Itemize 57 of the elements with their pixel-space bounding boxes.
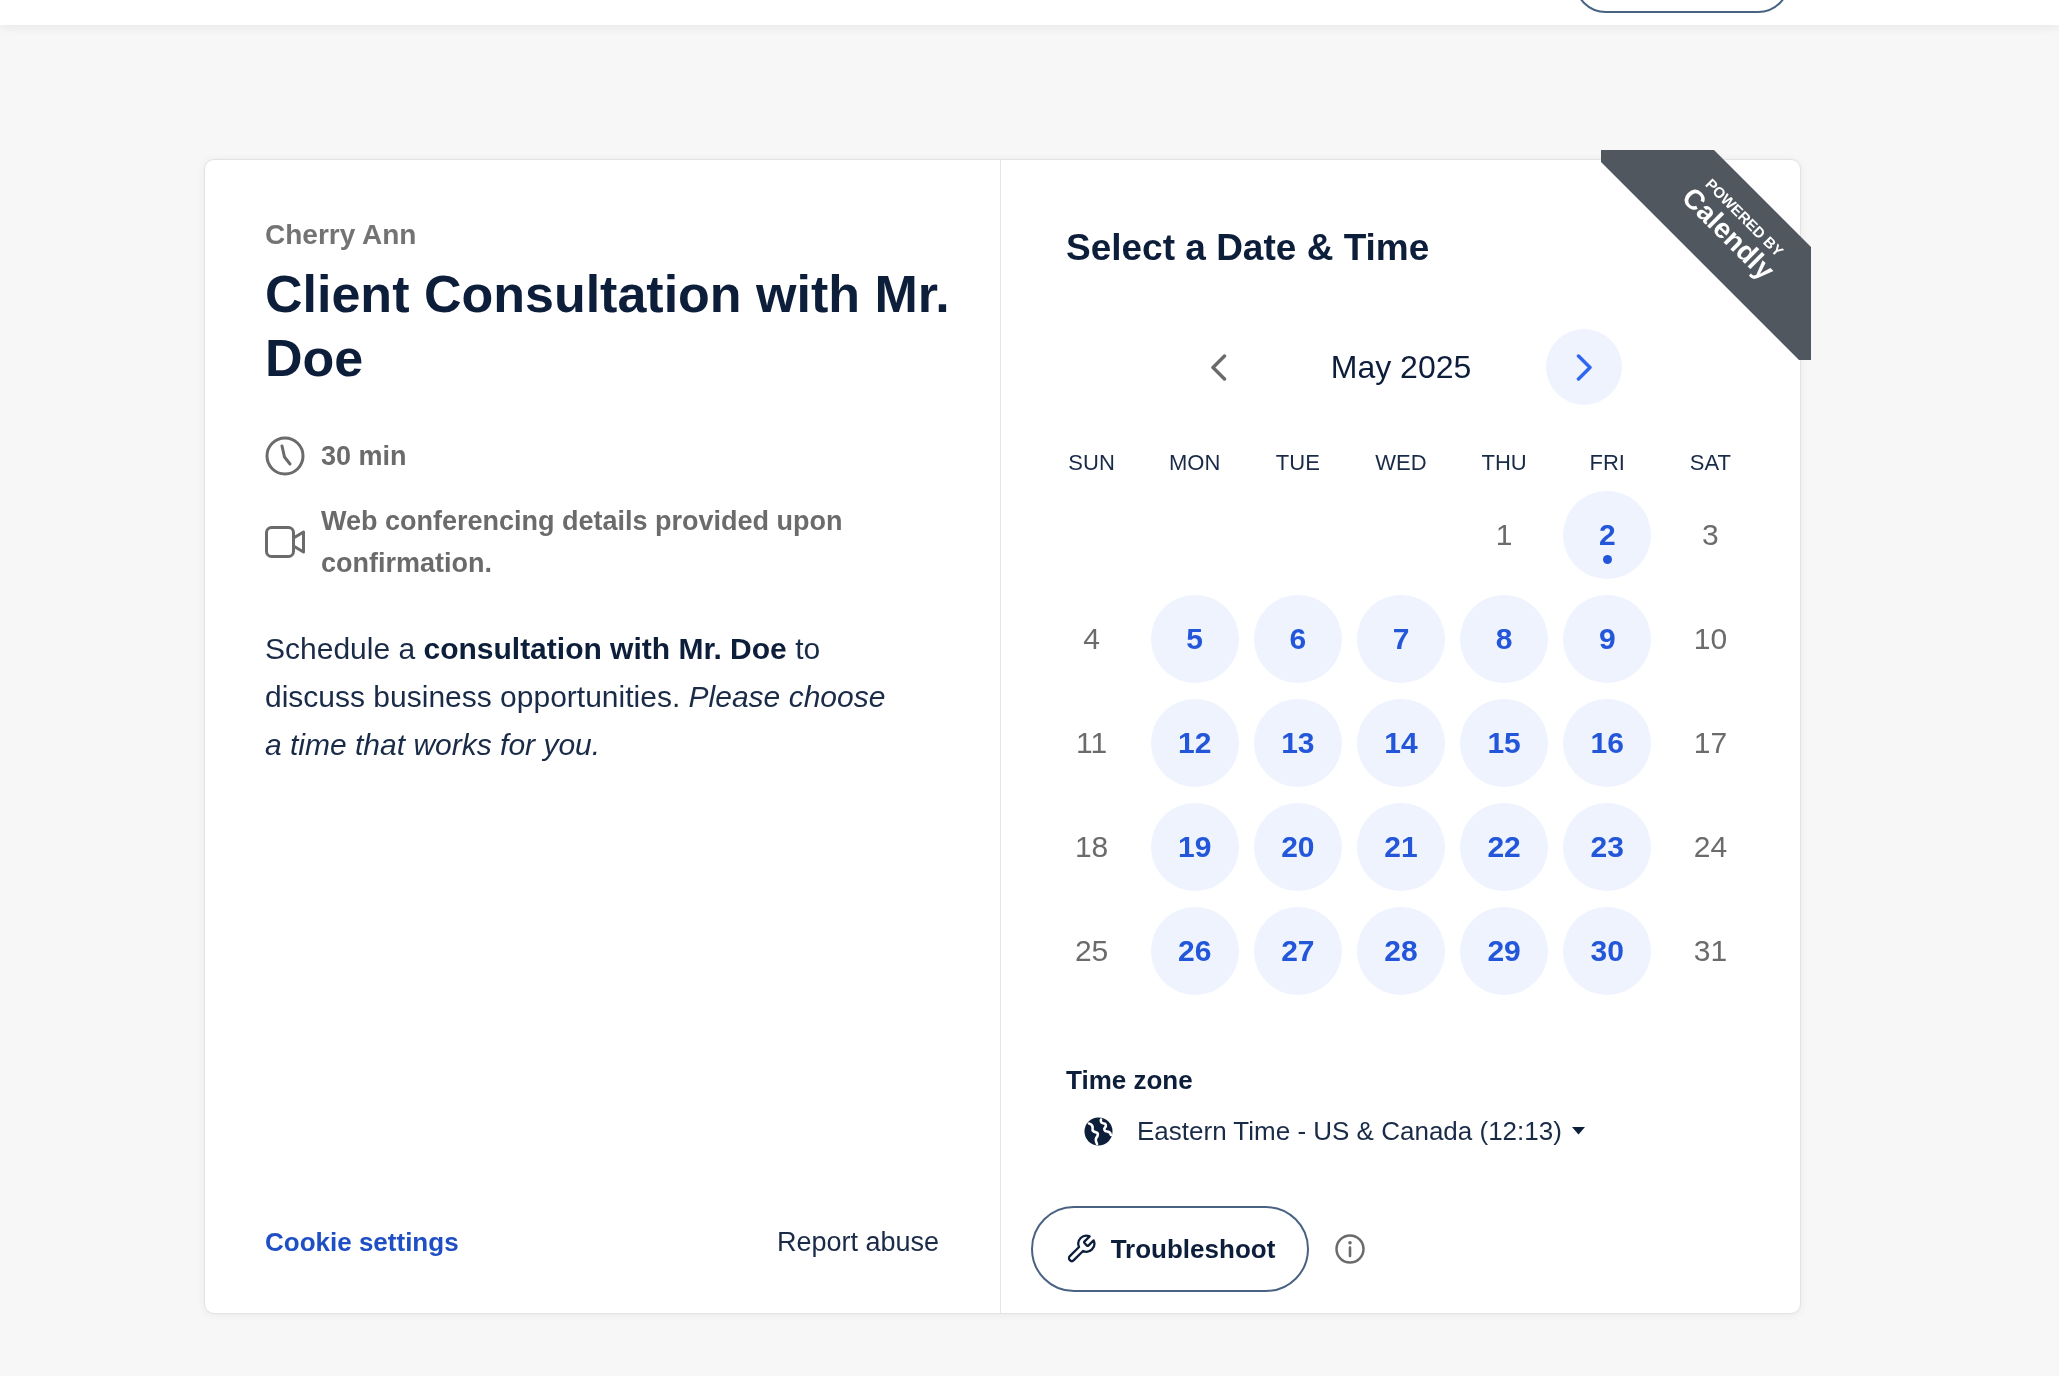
- footer-link[interactable]: Report abuse: [776, 1225, 939, 1259]
- calendar-day[interactable]: 23: [1563, 803, 1652, 891]
- calendar-day: 10: [1693, 621, 1728, 657]
- calendar-day: 11: [1076, 725, 1108, 761]
- calendar-day: 1: [1495, 517, 1513, 553]
- video-camera-icon: [265, 526, 305, 558]
- calendar-day[interactable]: 6: [1253, 595, 1342, 683]
- chevron-left-icon: [1209, 353, 1227, 381]
- weekday-label: FRI: [1589, 449, 1625, 477]
- calendar-day[interactable]: 30: [1563, 907, 1652, 995]
- weekday-label: WED: [1375, 449, 1427, 477]
- calendar-day: 25: [1074, 933, 1109, 969]
- troubleshoot-button[interactable]: Troubleshoot: [1031, 1206, 1309, 1292]
- calendar-day: 18: [1074, 829, 1109, 865]
- calendar-day: 24: [1693, 829, 1728, 865]
- calendar-day[interactable]: 15: [1460, 699, 1549, 787]
- info-icon[interactable]: [1335, 1234, 1365, 1264]
- month-label: May 2025: [1329, 348, 1473, 387]
- weekday-label: SUN: [1068, 449, 1115, 477]
- calendar-day[interactable]: 27: [1253, 907, 1342, 995]
- calendar-day[interactable]: 14: [1357, 699, 1445, 787]
- footer-link[interactable]: Cookie settings: [265, 1225, 459, 1259]
- event-detail: 30 min: [321, 440, 407, 473]
- calendar-day[interactable]: 21: [1357, 803, 1445, 891]
- caret-down-icon: [1571, 1127, 1585, 1135]
- scheduler-title: Select a Date & Time: [1066, 226, 1430, 270]
- chevron-right-icon: [1575, 353, 1593, 381]
- time-zone-label: Time zone: [1066, 1064, 1193, 1096]
- calendar-day[interactable]: 19: [1150, 803, 1239, 891]
- calendar-day[interactable]: 5: [1150, 595, 1239, 683]
- calendar-day[interactable]: 12: [1150, 699, 1239, 787]
- calendar-day: 3: [1702, 517, 1719, 553]
- event-detail: Web conferencing details provided upon confirmation.: [321, 505, 844, 580]
- event-title: Client Consultation with Mr. Doe: [265, 264, 951, 389]
- globe-icon: [1084, 1116, 1113, 1146]
- calendar-day[interactable]: 8: [1460, 595, 1549, 683]
- calendar-day[interactable]: 28: [1357, 907, 1445, 995]
- calendar-day[interactable]: 22: [1460, 803, 1549, 891]
- weekday-label: MON: [1169, 449, 1221, 477]
- calendar-day[interactable]: 13: [1253, 699, 1342, 787]
- calendar-day[interactable]: 16: [1563, 699, 1652, 787]
- weekday-label: THU: [1481, 449, 1527, 477]
- event-description: Schedule a consultation with Mr. Doe to discuss business opportunities. Please choose a time that works for you.: [265, 631, 887, 763]
- calendar-day: 31: [1693, 933, 1728, 969]
- calendar-day[interactable]: 20: [1253, 803, 1342, 891]
- calendar-day: 17: [1693, 725, 1728, 761]
- calendar-day: 4: [1083, 621, 1100, 657]
- time-zone-dropdown[interactable]: Eastern Time - US & Canada (12:13): [1084, 1111, 1585, 1151]
- calendar-day[interactable]: 26: [1150, 907, 1239, 995]
- weekday-label: SAT: [1689, 449, 1731, 477]
- clock-icon: [265, 436, 305, 476]
- weekday-label: TUE: [1275, 449, 1320, 477]
- calendar-day[interactable]: 29: [1460, 907, 1549, 995]
- host-name: Cherry Ann: [265, 218, 417, 252]
- calendar-day[interactable]: 9: [1563, 595, 1652, 683]
- calendar-day[interactable]: 7: [1357, 595, 1445, 683]
- calendar-day[interactable]: 2: [1563, 491, 1652, 579]
